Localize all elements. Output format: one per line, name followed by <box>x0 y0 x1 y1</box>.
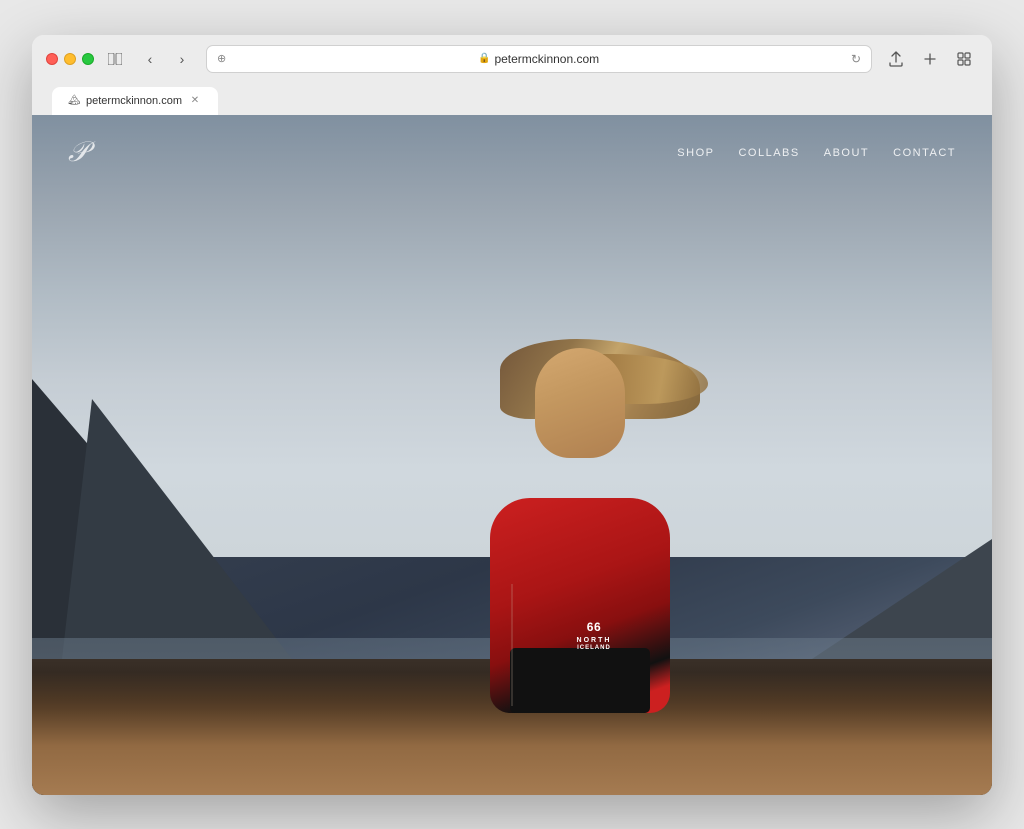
share-button[interactable] <box>882 48 910 70</box>
content-divider <box>512 584 513 706</box>
jacket-brand-text: 66 NORTH ICELAND <box>577 620 612 652</box>
close-button[interactable] <box>46 53 58 65</box>
browser-top-bar: ‹ › ⊕ 🔒 petermckinnon.com ↻ <box>46 45 978 73</box>
browser-window: ‹ › ⊕ 🔒 petermckinnon.com ↻ <box>32 35 992 795</box>
new-tab-button[interactable] <box>916 48 944 70</box>
address-bar[interactable]: ⊕ 🔒 petermckinnon.com ↻ <box>206 45 872 73</box>
active-tab[interactable]: 🏔 petermckinnon.com ✕ <box>52 87 218 115</box>
sidebar-toggle-button[interactable] <box>104 48 126 70</box>
forward-button[interactable]: › <box>168 48 196 70</box>
mountain-left-2 <box>62 399 292 659</box>
reload-button[interactable]: ↻ <box>851 52 861 66</box>
nav-link-collabs[interactable]: COLLABS <box>738 147 799 159</box>
browser-chrome: ‹ › ⊕ 🔒 petermckinnon.com ↻ <box>32 35 992 115</box>
site-navigation: 𝒫 SHOP COLLABS ABOUT CONTACT <box>32 115 992 191</box>
minimize-button[interactable] <box>64 53 76 65</box>
lock-icon: 🔒 <box>478 53 490 64</box>
traffic-lights <box>46 53 94 65</box>
tab-bar: 🏔 petermckinnon.com ✕ <box>46 83 978 115</box>
person-body: 66 NORTH ICELAND <box>480 321 680 713</box>
browser-actions <box>882 48 978 70</box>
person-jacket: 66 NORTH ICELAND <box>490 498 670 713</box>
maximize-button[interactable] <box>82 53 94 65</box>
hero-image: 66 NORTH ICELAND 𝒫 SHOP COLLABS ABOUT CO… <box>32 115 992 795</box>
shield-icon: ⊕ <box>217 52 226 65</box>
grid-view-button[interactable] <box>950 48 978 70</box>
nav-link-contact[interactable]: CONTACT <box>893 147 956 159</box>
back-button[interactable]: ‹ <box>136 48 164 70</box>
hero-person: 66 NORTH ICELAND <box>410 223 750 713</box>
nav-link-shop[interactable]: SHOP <box>677 147 714 159</box>
website-content: 66 NORTH ICELAND 𝒫 SHOP COLLABS ABOUT CO… <box>32 115 992 795</box>
url-display: 🔒 petermckinnon.com <box>232 52 845 66</box>
tab-close-button[interactable]: ✕ <box>188 94 202 108</box>
nav-buttons: ‹ › <box>136 48 196 70</box>
nav-link-about[interactable]: ABOUT <box>824 147 869 159</box>
site-logo[interactable]: 𝒫 <box>68 137 87 169</box>
tab-favicon: 🏔 <box>68 95 80 107</box>
jacket-black-panel <box>510 648 650 713</box>
nav-links: SHOP COLLABS ABOUT CONTACT <box>677 147 956 159</box>
